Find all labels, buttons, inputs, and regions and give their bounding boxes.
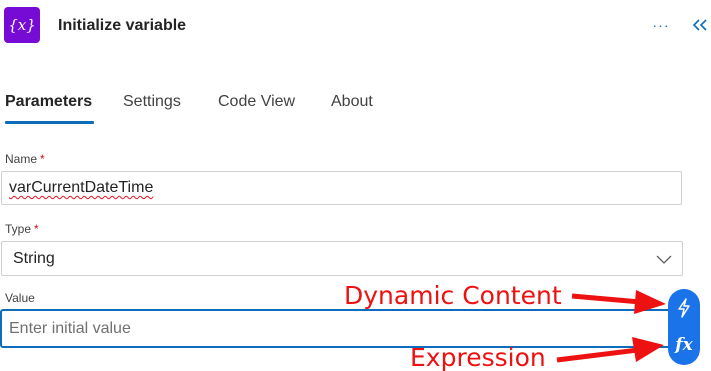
- annotation-dynamic-content: Dynamic Content: [344, 281, 562, 310]
- arrow-to-expression: [556, 337, 664, 363]
- initialize-variable-panel: {x} Initialize variable ··· Parameters S…: [0, 0, 711, 371]
- arrow-to-dynamic-content: [571, 290, 666, 314]
- annotation-expression: Expression: [410, 343, 546, 371]
- annotation-arrows: [556, 290, 666, 363]
